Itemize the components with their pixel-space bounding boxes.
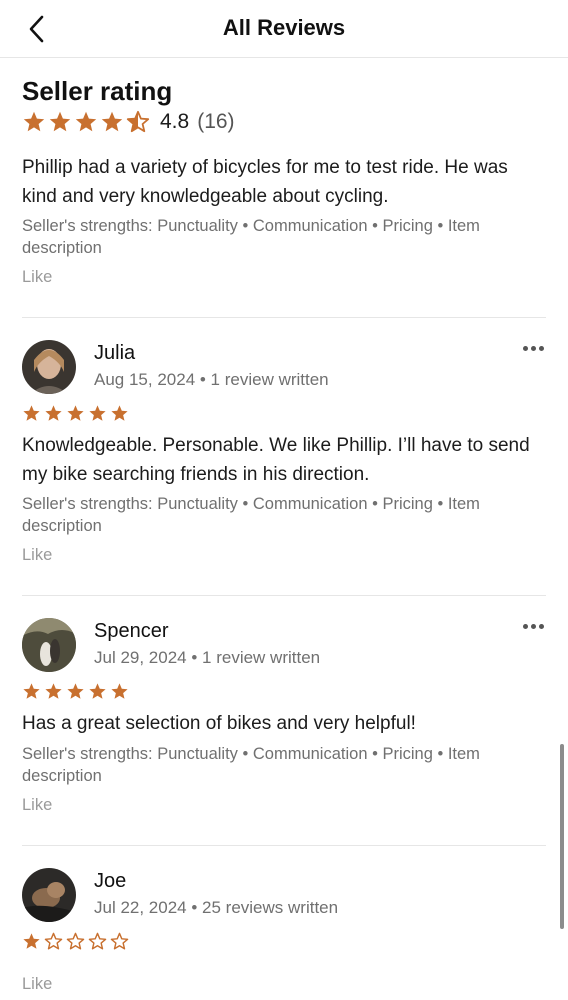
avatar-photo-icon — [22, 340, 76, 394]
divider — [22, 317, 546, 318]
review-strengths: Seller's strengths: Punctuality • Commun… — [22, 745, 480, 785]
avatar-photo-icon — [22, 618, 76, 672]
avatar-photo-icon — [22, 868, 76, 922]
star-filled-icon — [23, 111, 45, 132]
review-stars — [22, 932, 129, 951]
star-filled-icon — [23, 933, 40, 949]
divider — [22, 595, 546, 596]
star-filled-icon — [45, 683, 62, 699]
star-empty-icon — [88, 932, 107, 950]
reviewer-name[interactable]: Joe — [94, 870, 126, 893]
star-filled-icon — [111, 405, 128, 421]
star-filled-icon — [111, 683, 128, 699]
star-filled-icon — [89, 683, 106, 699]
star-filled-icon — [75, 111, 97, 132]
like-button[interactable]: Like — [22, 546, 52, 565]
rating-value: 4.8 — [160, 110, 190, 133]
top-bar: All Reviews — [0, 0, 568, 58]
review-meta: Jul 22, 2024 • 25 reviews written — [94, 898, 339, 917]
seller-rating-heading: Seller rating — [22, 76, 173, 106]
seller-rating-stars — [22, 110, 150, 134]
like-button[interactable]: Like — [22, 268, 52, 287]
like-button[interactable]: Like — [22, 796, 52, 815]
review-text: Has a great selection of bikes and very … — [22, 713, 416, 734]
star-filled-icon — [67, 405, 84, 421]
avatar[interactable] — [22, 618, 76, 672]
star-filled-icon — [89, 405, 106, 421]
star-empty-icon — [44, 932, 63, 950]
star-filled-icon — [23, 683, 40, 699]
review-stars — [22, 404, 129, 423]
review-strengths: Seller's strengths: Punctuality • Commun… — [22, 495, 480, 535]
divider — [22, 845, 546, 846]
review-meta: Jul 29, 2024 • 1 review written — [94, 648, 321, 667]
scrollbar[interactable] — [560, 744, 564, 929]
review-text: Knowledgeable. Personable. We like Phill… — [22, 435, 530, 485]
reviewer-name[interactable]: Spencer — [94, 620, 169, 643]
star-empty-icon — [110, 932, 129, 950]
star-empty-icon — [66, 932, 85, 950]
avatar[interactable] — [22, 340, 76, 394]
page-title: All Reviews — [222, 15, 346, 40]
seller-rating-row: 4.8 (16) — [22, 108, 235, 136]
rating-count: (16) — [197, 110, 235, 133]
star-filled-icon — [23, 405, 40, 421]
more-options-button[interactable] — [519, 619, 547, 633]
like-button[interactable]: Like — [22, 975, 52, 994]
star-filled-icon — [49, 111, 71, 132]
reviewer-name[interactable]: Julia — [94, 342, 135, 365]
review-meta: Aug 15, 2024 • 1 review written — [94, 370, 329, 389]
star-filled-icon — [101, 111, 123, 132]
star-filled-icon — [45, 405, 62, 421]
seller-review-text: Phillip had a variety of bicycles for me… — [22, 157, 508, 207]
more-options-button[interactable] — [519, 341, 547, 355]
star-half-icon — [126, 110, 150, 133]
review-stars — [22, 682, 129, 701]
star-filled-icon — [67, 683, 84, 699]
seller-strengths: Seller's strengths: Punctuality • Commun… — [22, 217, 480, 257]
avatar[interactable] — [22, 868, 76, 922]
